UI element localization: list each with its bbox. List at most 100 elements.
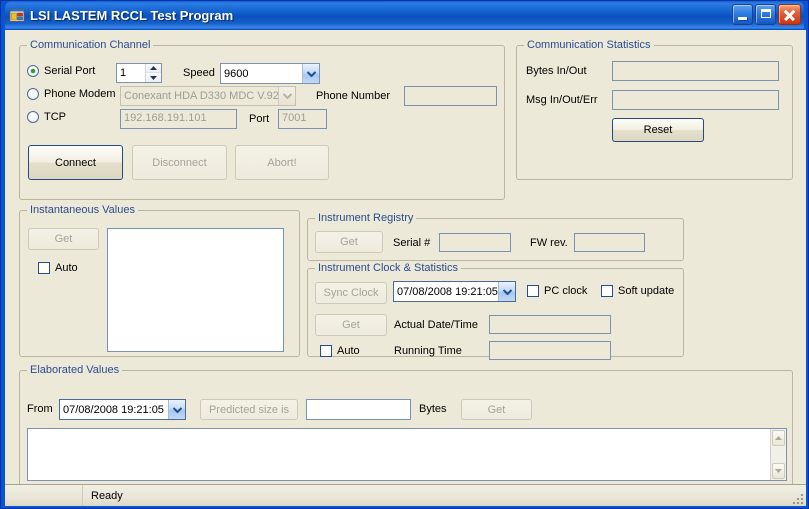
maximize-button[interactable] [755, 4, 776, 25]
radio-tcp[interactable]: TCP [27, 111, 66, 123]
checkbox-box-soft-update [601, 285, 613, 297]
from-label: From [27, 403, 53, 415]
bytes-in-out-value [612, 61, 779, 81]
statusbar-pane-left [5, 485, 83, 506]
elaborated-from-datetime-picker[interactable]: 07/08/2008 19:21:05 [59, 399, 186, 420]
disconnect-button[interactable]: Disconnect [132, 145, 227, 180]
stepper-down-icon[interactable] [146, 73, 161, 82]
clock-auto-label: Auto [337, 345, 360, 357]
pc-clock-label: PC clock [544, 285, 588, 297]
instrument-datetime-picker[interactable]: 07/08/2008 19:21:05 [393, 281, 516, 302]
instantaneous-values-group: Instantaneous Values Get Auto [19, 204, 300, 357]
radio-phone-modem[interactable]: Phone Modem [27, 88, 116, 100]
msg-in-out-err-value [612, 90, 779, 110]
phone-number-label: Phone Number [316, 90, 390, 102]
connect-button[interactable]: Connect [28, 145, 123, 180]
scroll-down-icon[interactable] [772, 463, 785, 479]
elaborated-output-content[interactable] [28, 429, 770, 480]
communication-statistics-group: Communication Statistics Bytes In/Out Ms… [516, 39, 793, 180]
checkbox-box-clock-auto [320, 345, 332, 357]
resize-grip-icon[interactable] [790, 491, 803, 504]
instrument-registry-group: Instrument Registry Get Serial # FW rev. [307, 212, 684, 261]
actual-datetime-label: Actual Date/Time [394, 319, 478, 331]
predicted-size-value[interactable] [306, 399, 411, 420]
abort-button[interactable]: Abort! [235, 145, 329, 180]
elaborated-values-legend: Elaborated Values [27, 364, 123, 376]
application-window: LSI LASTEM RCCL Test Program Communicati… [0, 0, 809, 509]
radio-dot-serial-port [27, 65, 39, 77]
clock-auto-checkbox[interactable]: Auto [320, 345, 360, 357]
elaborated-values-group: Elaborated Values From 07/08/2008 19:21:… [19, 364, 793, 487]
statusbar: Ready [5, 484, 806, 506]
instantaneous-values-list[interactable] [107, 228, 284, 352]
serial-number-value [439, 233, 511, 252]
tcp-port-label: Port [249, 113, 270, 125]
running-time-value [489, 341, 611, 360]
phone-number-input[interactable] [404, 86, 497, 106]
tcp-port-input[interactable]: 7001 [278, 109, 327, 129]
radio-dot-tcp [27, 111, 39, 123]
elaborated-output-scrollbar[interactable] [770, 429, 786, 480]
stepper-up-icon[interactable] [146, 64, 161, 73]
instantaneous-auto-label: Auto [55, 262, 78, 274]
instantaneous-auto-checkbox[interactable]: Auto [38, 262, 78, 274]
close-button[interactable] [778, 4, 801, 25]
instantaneous-values-legend: Instantaneous Values [27, 204, 138, 216]
scroll-up-icon[interactable] [772, 430, 785, 446]
sync-clock-button[interactable]: Sync Clock [315, 282, 387, 304]
fw-rev-label: FW rev. [530, 237, 568, 249]
maximize-icon [761, 9, 771, 18]
bytes-in-out-label: Bytes In/Out [526, 65, 587, 77]
application-form-icon [9, 7, 25, 23]
elaborated-get-button[interactable]: Get [461, 399, 532, 420]
chevron-down-icon-modem[interactable] [278, 87, 295, 105]
chevron-down-icon-clock[interactable] [498, 282, 515, 301]
communication-channel-group: Communication Channel Serial Port 1 Spee… [19, 39, 505, 200]
serial-number-label: Serial # [393, 237, 431, 249]
soft-update-label: Soft update [618, 285, 675, 297]
modem-device-combo[interactable]: Conexant HDA D330 MDC V.92 [120, 86, 296, 106]
chevron-down-icon[interactable] [302, 64, 319, 83]
tcp-ip-input[interactable]: 192.168.191.101 [120, 109, 237, 129]
radio-label-phone-modem: Phone Modem [44, 88, 116, 100]
radio-serial-port[interactable]: Serial Port [27, 65, 95, 77]
scrollbar-track[interactable] [771, 447, 786, 462]
elaborated-from-datetime-value: 07/08/2008 19:21:05 [63, 403, 164, 416]
communication-channel-legend: Communication Channel [27, 39, 154, 51]
titlebar[interactable]: LSI LASTEM RCCL Test Program [5, 1, 804, 29]
serial-port-number-stepper[interactable]: 1 [116, 63, 162, 83]
speed-value: 9600 [224, 67, 249, 80]
bytes-label: Bytes [419, 403, 447, 415]
speed-label: Speed [183, 67, 215, 79]
instrument-clock-legend: Instrument Clock & Statistics [315, 262, 461, 274]
msg-in-out-err-label: Msg In/Out/Err [526, 94, 598, 106]
minimize-button[interactable] [732, 4, 753, 25]
actual-datetime-value [489, 315, 611, 334]
pc-clock-checkbox[interactable]: PC clock [527, 285, 587, 297]
stepper-buttons[interactable] [145, 64, 161, 82]
communication-statistics-legend: Communication Statistics [524, 39, 654, 51]
instrument-datetime-value: 07/08/2008 19:21:05 [397, 285, 498, 298]
instrument-registry-legend: Instrument Registry [315, 212, 417, 224]
predicted-size-button[interactable]: Predicted size is [200, 399, 298, 420]
speed-combo[interactable]: 9600 [220, 63, 320, 84]
clock-get-button[interactable]: Get [315, 314, 387, 336]
minimize-icon [738, 17, 747, 20]
checkbox-box-pc-clock [527, 285, 539, 297]
reset-statistics-button[interactable]: Reset [612, 118, 704, 142]
client-area: Communication Channel Serial Port 1 Spee… [5, 30, 806, 506]
registry-get-button[interactable]: Get [315, 231, 383, 253]
modem-device-value: Conexant HDA D330 MDC V.92 [124, 90, 278, 102]
radio-dot-phone-modem [27, 88, 39, 100]
instantaneous-get-button[interactable]: Get [28, 228, 99, 250]
fw-rev-value [574, 233, 645, 252]
radio-label-tcp: TCP [44, 111, 66, 123]
running-time-label: Running Time [394, 345, 462, 357]
statusbar-status-text: Ready [91, 489, 123, 502]
soft-update-checkbox[interactable]: Soft update [601, 285, 674, 297]
serial-port-number-value: 1 [120, 67, 127, 79]
elaborated-output-textarea[interactable] [27, 428, 787, 481]
checkbox-box-auto [38, 262, 50, 274]
chevron-down-icon-from[interactable] [168, 400, 185, 419]
instrument-clock-group: Instrument Clock & Statistics Sync Clock… [307, 262, 684, 360]
